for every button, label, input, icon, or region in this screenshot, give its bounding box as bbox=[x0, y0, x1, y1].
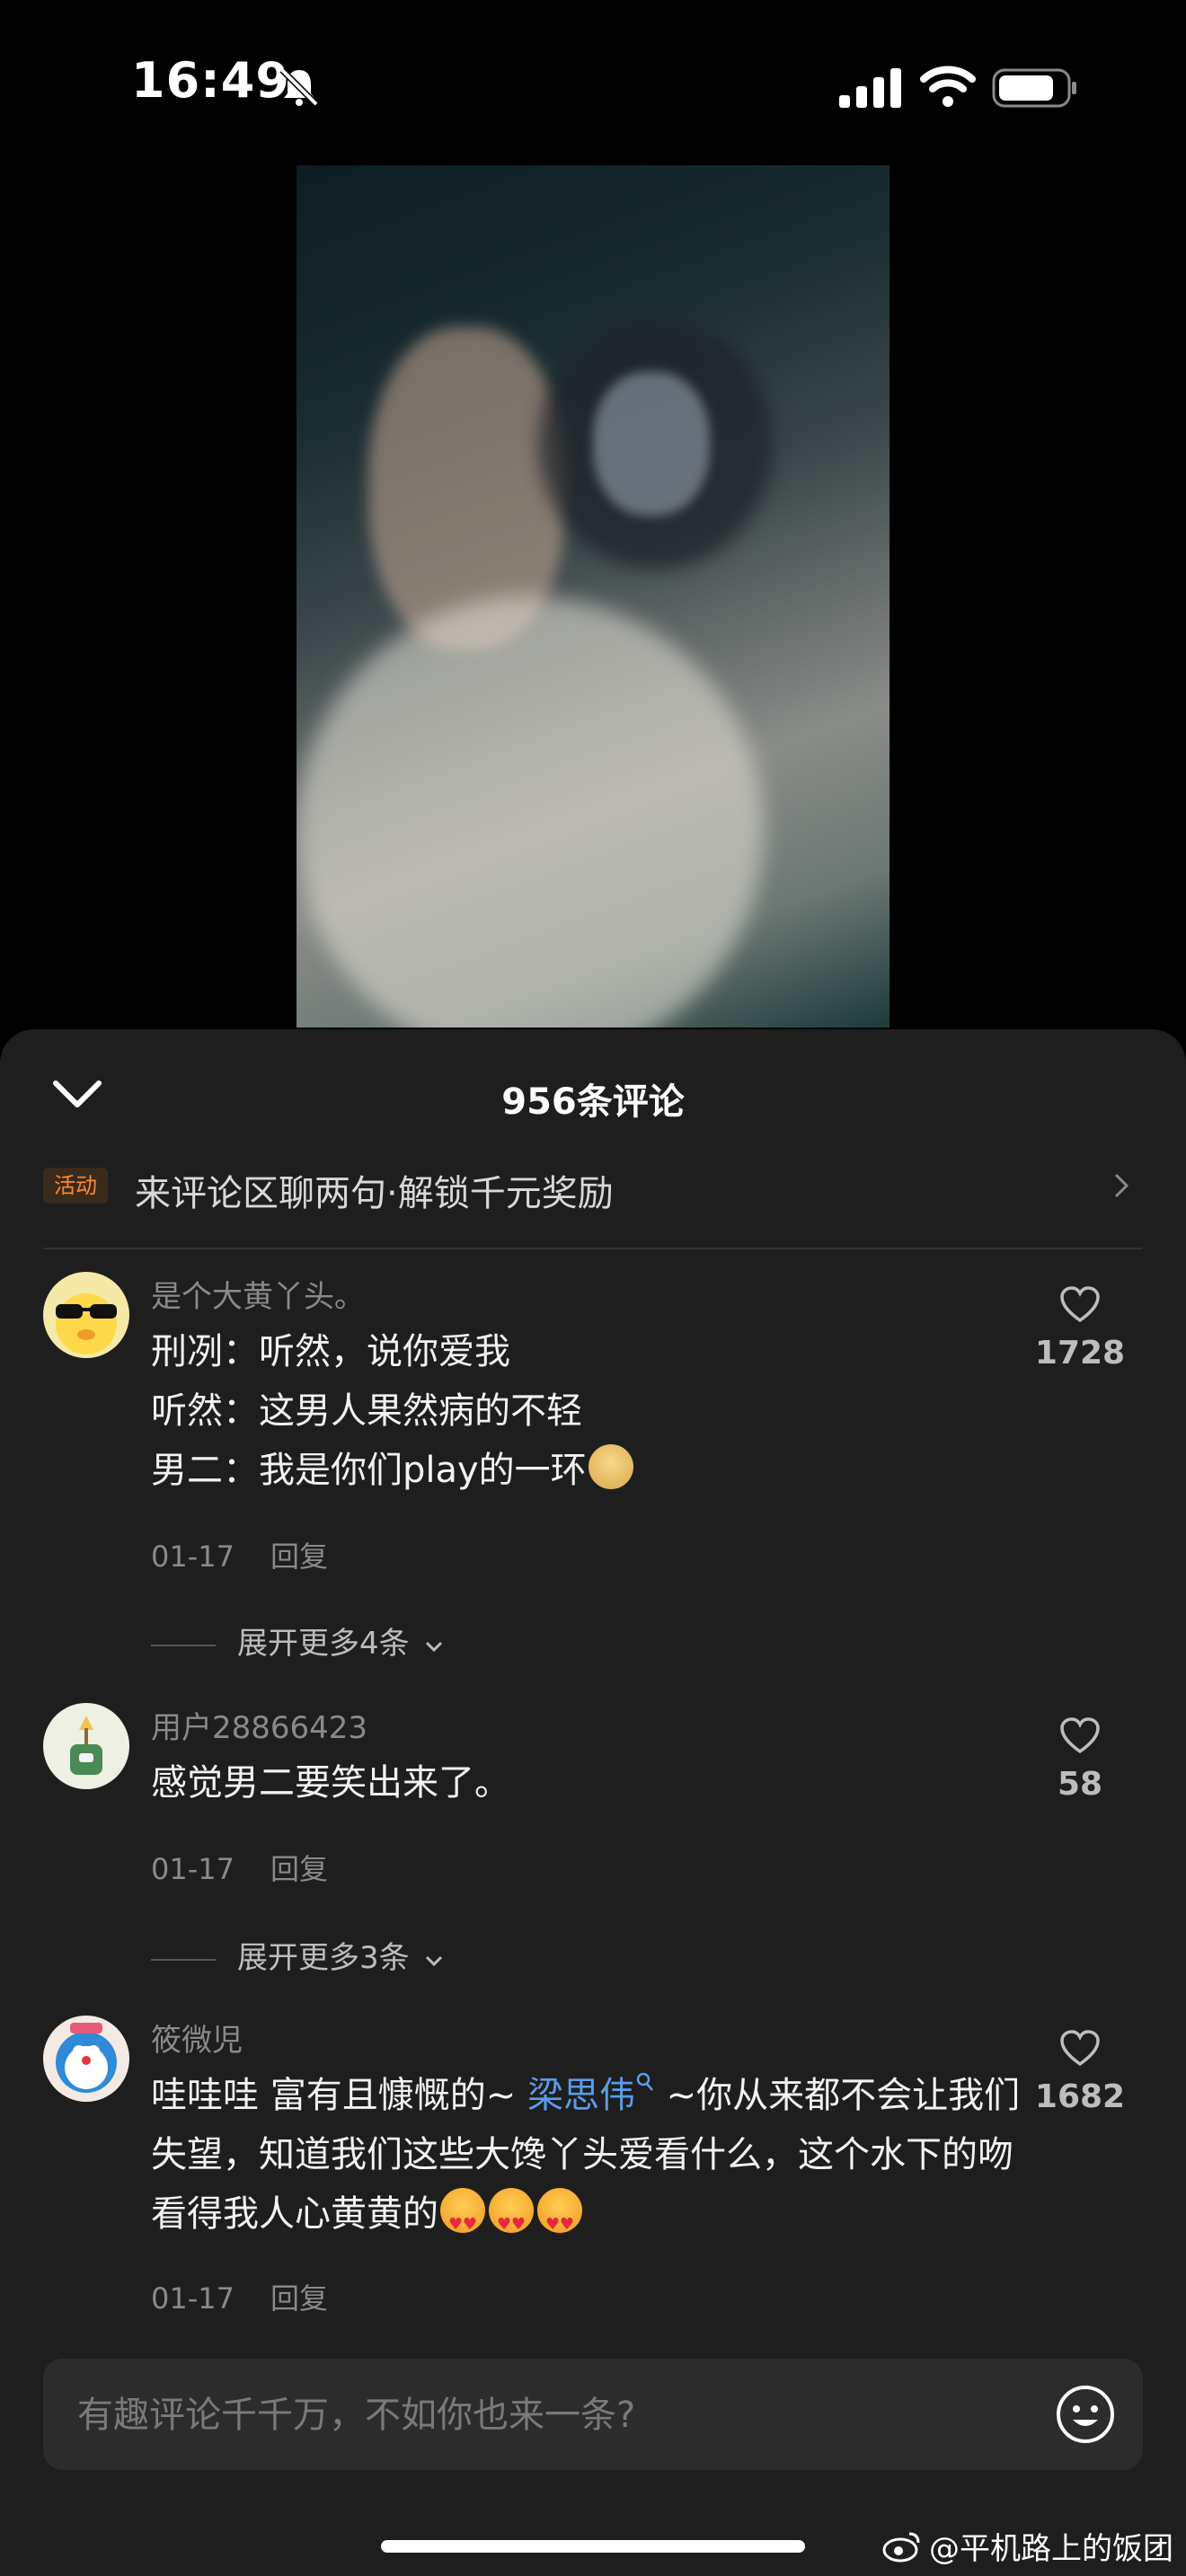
divider bbox=[43, 1248, 1143, 1249]
comment-text: 刑冽：听然，说你爱我 听然：这男人果然病的不轻 男二：我是你们play的一环 bbox=[151, 1322, 1031, 1500]
mention-name: 梁思伟 bbox=[527, 2075, 635, 2116]
heart-icon bbox=[1060, 1717, 1100, 1754]
promo-badge: 活动 bbox=[43, 1168, 108, 1204]
expand-replies-button[interactable]: 展开更多3条 bbox=[151, 1933, 444, 1977]
comments-count-title: 956条评论 bbox=[501, 1081, 685, 1123]
chevron-down-icon bbox=[426, 1955, 443, 1967]
comments-sheet: 956条评论 活动 来评论区聊两句·解锁千元奖励 是个大黄丫头。 刑冽：听然，说… bbox=[0, 1029, 1186, 2576]
like-button[interactable]: 1728 bbox=[1017, 1272, 1143, 1372]
search-icon bbox=[636, 2072, 653, 2091]
comment-text: 感觉男二要笑出来了。 bbox=[151, 1753, 1031, 1813]
comment-text: 哇哇哇 富有且慷慨的~ 梁思伟 ~你从来都不会让我们失望，知道我们这些大馋丫头爱… bbox=[151, 2066, 1031, 2254]
like-button[interactable]: 1682 bbox=[1017, 2016, 1143, 2115]
cellular-signal-icon bbox=[839, 68, 901, 108]
comment-line: 听然：这男人果然病的不轻 bbox=[151, 1390, 582, 1432]
chevron-right-icon bbox=[1114, 1173, 1129, 1198]
avatar[interactable] bbox=[43, 1272, 129, 1358]
weibo-logo-icon bbox=[882, 2532, 920, 2562]
mention-link[interactable]: 梁思伟 bbox=[527, 2072, 655, 2116]
comment-meta: 01-17 回复 bbox=[151, 1534, 328, 1575]
comment-username[interactable]: 是个大黄丫头。 bbox=[151, 1272, 365, 1316]
avatar[interactable] bbox=[43, 1703, 129, 1789]
comment-date: 01-17 bbox=[151, 2281, 235, 2316]
expand-replies-label: 展开更多3条 bbox=[237, 1940, 410, 1976]
avatar[interactable] bbox=[43, 2016, 129, 2102]
like-button[interactable]: 58 bbox=[1017, 1703, 1143, 1803]
wifi-icon bbox=[920, 66, 976, 107]
comment-text-part: 哇哇哇 富有且慷慨的~ bbox=[151, 2075, 527, 2116]
comment-line: 男二：我是你们play的一环 bbox=[151, 1450, 587, 1491]
comment-input[interactable] bbox=[75, 2359, 978, 2472]
comment-date: 01-17 bbox=[151, 1539, 235, 1574]
comment-meta: 01-17 回复 bbox=[151, 1847, 328, 1888]
heart-eyes-emoji-icon bbox=[537, 2188, 582, 2254]
comment-date: 01-17 bbox=[151, 1852, 235, 1886]
reply-button[interactable]: 回复 bbox=[270, 2281, 328, 2316]
comment-username[interactable]: 筱微児 bbox=[151, 2016, 243, 2060]
comment-line: 感觉男二要笑出来了。 bbox=[151, 1762, 510, 1804]
promo-text: 来评论区聊两句·解锁千元奖励 bbox=[135, 1173, 614, 1214]
heart-icon bbox=[1060, 1286, 1100, 1323]
video-player[interactable] bbox=[296, 165, 890, 1028]
promo-banner[interactable]: 活动 来评论区聊两句·解锁千元奖励 bbox=[43, 1153, 1143, 1218]
home-indicator[interactable] bbox=[381, 2540, 805, 2553]
emoji-icon bbox=[588, 1444, 633, 1489]
like-count: 1728 bbox=[1034, 1335, 1126, 1372]
comment-meta: 01-17 回复 bbox=[151, 2276, 328, 2317]
silent-bell-icon bbox=[279, 67, 319, 107]
reply-button[interactable]: 回复 bbox=[270, 1539, 328, 1574]
like-count: 58 bbox=[1057, 1766, 1103, 1803]
heart-icon bbox=[1060, 2030, 1100, 2067]
heart-eyes-emoji-icon bbox=[440, 2188, 485, 2254]
chevron-down-icon bbox=[426, 1641, 443, 1653]
comment-line: 刑冽：听然，说你爱我 bbox=[151, 1331, 510, 1372]
heart-eyes-emoji-icon bbox=[489, 2188, 534, 2254]
status-time: 16:49 bbox=[131, 52, 290, 109]
reply-button[interactable]: 回复 bbox=[270, 1852, 328, 1886]
watermark: @平机路上的饭团 bbox=[882, 2524, 1173, 2568]
comment-username[interactable]: 用户28866423 bbox=[151, 1703, 367, 1747]
expand-replies-button[interactable]: 展开更多4条 bbox=[151, 1619, 444, 1663]
like-count: 1682 bbox=[1034, 2078, 1126, 2115]
watermark-text: @平机路上的饭团 bbox=[929, 2531, 1173, 2567]
expand-replies-label: 展开更多4条 bbox=[237, 1626, 410, 1662]
comment-input-box[interactable] bbox=[43, 2359, 1143, 2472]
battery-icon bbox=[992, 68, 1076, 108]
emoji-icon[interactable] bbox=[1055, 2384, 1116, 2445]
